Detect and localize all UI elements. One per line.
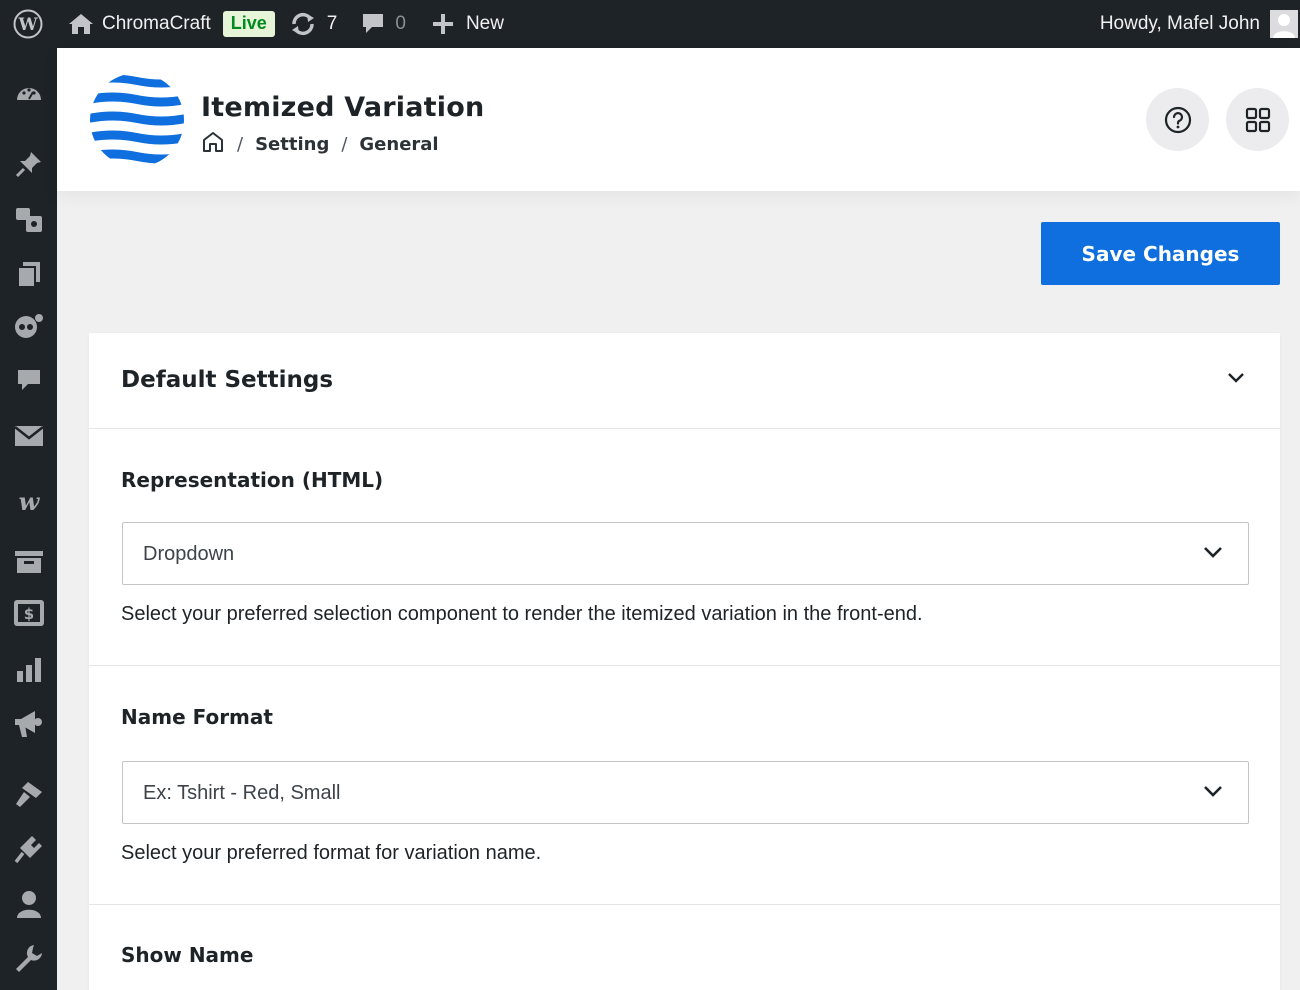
representation-help: Select your preferred selection componen… [121,603,923,625]
comment-icon [363,14,384,33]
dashboard-icon[interactable] [0,74,57,114]
page-title: Itemized Variation [201,92,485,123]
avatar[interactable] [1270,10,1298,38]
updates-link[interactable]: 7 [289,0,338,48]
representation-value: Dropdown [143,543,235,565]
marketing-icon[interactable] [0,704,57,744]
home-icon [69,14,93,34]
default-settings-panel: Default Settings Representation (HTML) D… [89,333,1280,990]
tools-icon[interactable] [0,938,57,978]
comments-icon[interactable] [0,361,57,401]
media-icon[interactable] [0,200,57,240]
plugins-icon[interactable] [0,829,57,869]
representation-select[interactable]: Dropdown [122,522,1249,585]
comments-link[interactable]: 0 [361,0,406,48]
breadcrumb-setting[interactable]: Setting [255,134,329,155]
woocommerce-icon[interactable]: w [0,482,57,522]
representation-label: Representation (HTML) [121,468,384,492]
help-icon [1164,106,1191,133]
show-name-label: Show Name [121,943,254,967]
users-icon[interactable] [0,884,57,924]
chevron-down-icon [1202,544,1224,564]
admin-sidebar: w $ [0,48,57,990]
breadcrumb-separator: / [341,134,348,155]
divider [89,904,1280,905]
panel-header[interactable]: Default Settings [89,333,1280,429]
updates-count: 7 [326,13,338,34]
chevron-down-icon[interactable] [1226,370,1246,389]
name-format-label: Name Format [121,705,273,729]
payments-icon[interactable]: $ [0,593,57,633]
divider [89,665,1280,666]
name-format-select[interactable]: Ex: Tshirt - Red, Small [122,761,1249,824]
grid-icon [1245,107,1270,132]
admin-bar: W ChromaCraft Live 7 0 New Howdy, Mafel … [0,0,1300,48]
chevron-down-icon [1202,783,1224,803]
itemized-variation-logo [88,71,186,169]
name-format-help: Select your preferred format for variati… [121,842,542,864]
new-label: New [465,13,504,34]
live-badge: Live [222,11,275,37]
appearance-icon[interactable] [0,774,57,814]
wordpress-logo-icon[interactable]: W [0,0,56,48]
plus-icon [432,14,453,34]
help-button[interactable] [1146,88,1209,151]
analytics-icon[interactable] [0,650,57,690]
site-name: ChromaCraft [102,13,211,34]
breadcrumb-separator: / [237,134,244,155]
svg-text:w: w [18,490,40,514]
mail-icon[interactable] [0,416,57,456]
save-changes-button[interactable]: Save Changes [1041,222,1280,285]
breadcrumb: / Setting / General [201,130,439,159]
account-menu[interactable]: Howdy, Mafel John [1100,0,1260,48]
plugin-header: Itemized Variation / Setting / General [57,48,1300,191]
breadcrumb-general[interactable]: General [359,134,438,155]
howdy-text: Howdy, Mafel John [1099,13,1260,34]
home-icon[interactable] [201,130,225,159]
panel-title: Default Settings [121,367,334,393]
apps-button[interactable] [1226,88,1289,151]
svg-text:W: W [17,15,38,35]
archive-icon[interactable] [0,542,57,582]
site-link[interactable]: ChromaCraft [68,0,211,48]
refresh-icon [291,13,314,35]
pages-icon[interactable] [0,254,57,294]
new-content-link[interactable]: New [432,0,504,48]
svg-text:$: $ [23,605,33,623]
comments-count: 0 [395,13,406,34]
pin-icon[interactable] [0,144,57,184]
custom-plugin-icon[interactable] [0,306,57,346]
name-format-value: Ex: Tshirt - Red, Small [143,782,341,804]
